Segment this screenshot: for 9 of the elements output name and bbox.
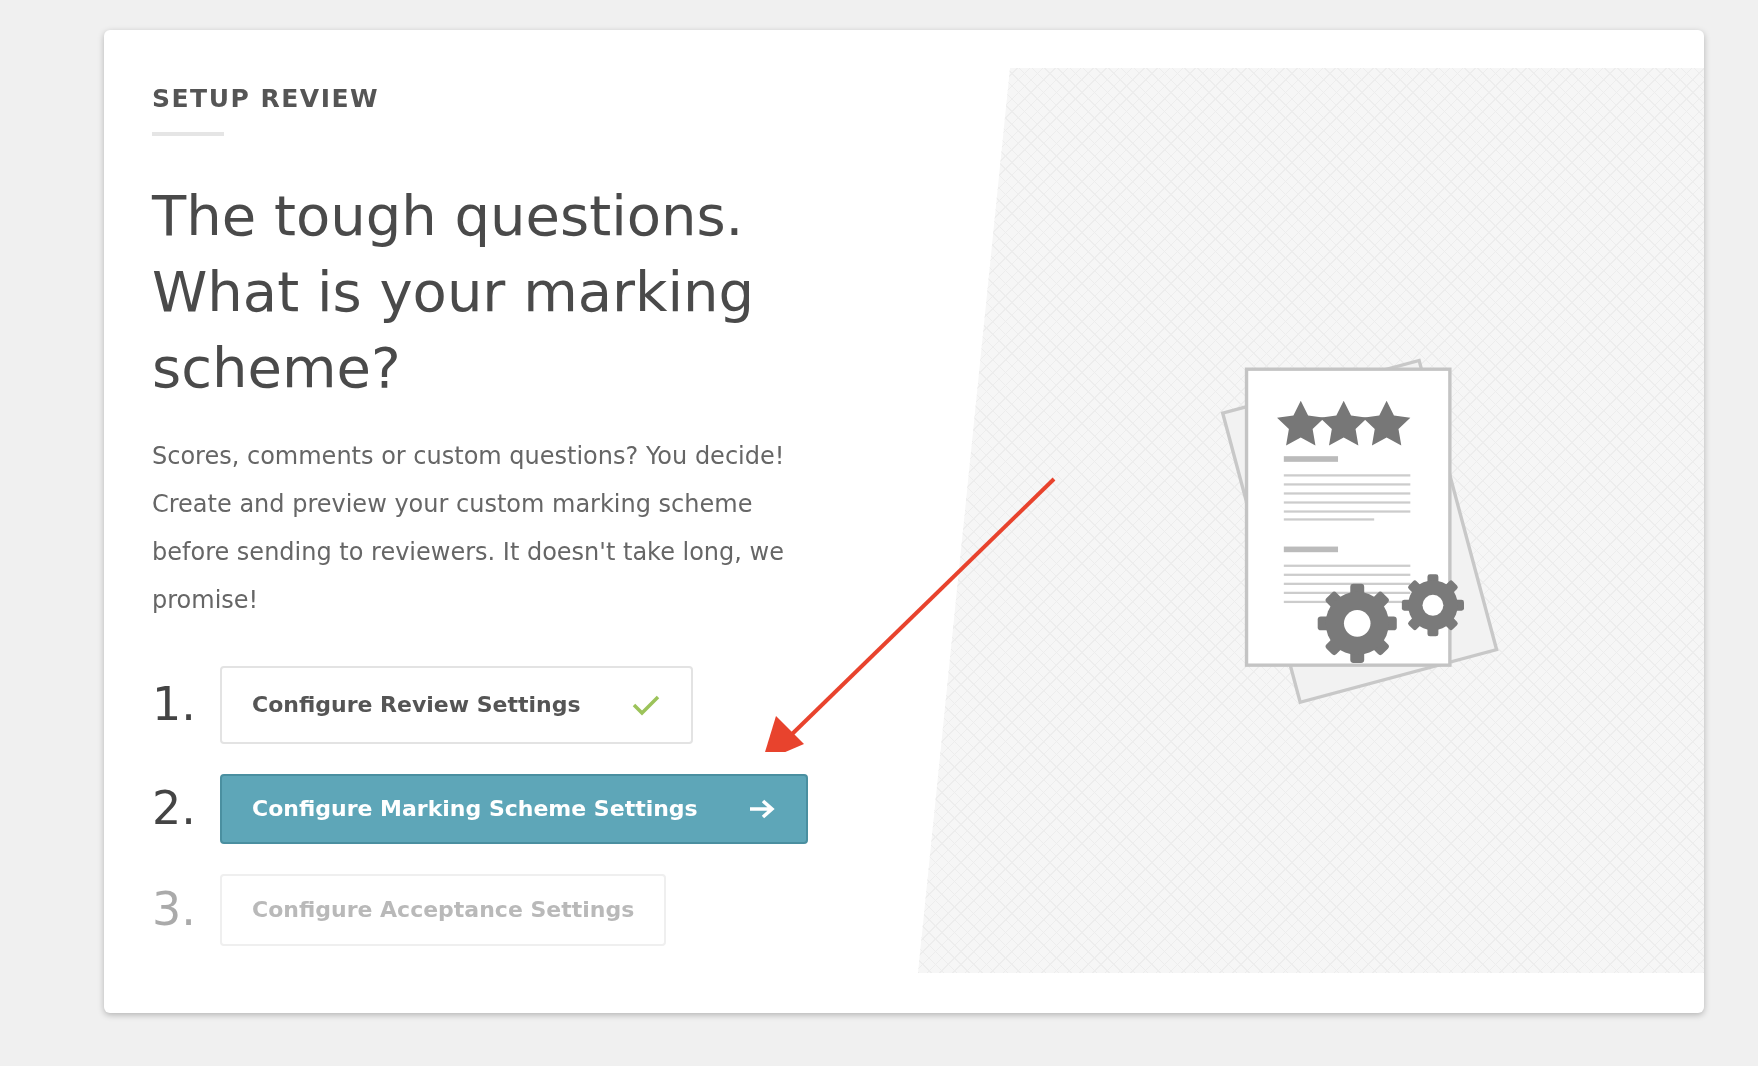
description: Scores, comments or custom questions? You decide! Create and preview your custom marking scheme before sending to reviewers. It doesn't take long, we promise! bbox=[152, 440, 786, 616]
section-label: SETUP REVIEW bbox=[152, 80, 380, 136]
step-number: 1. bbox=[152, 676, 194, 733]
step-button[interactable]: Configure Marking Scheme Settings bbox=[220, 773, 808, 844]
step-button[interactable]: Configure Review Settings bbox=[220, 665, 693, 744]
step-number: 2. bbox=[152, 780, 194, 837]
headline: The tough questions. What is your marking scheme? bbox=[152, 181, 756, 402]
arrow-right-icon bbox=[747, 797, 776, 820]
step-number: 3. bbox=[152, 881, 194, 938]
